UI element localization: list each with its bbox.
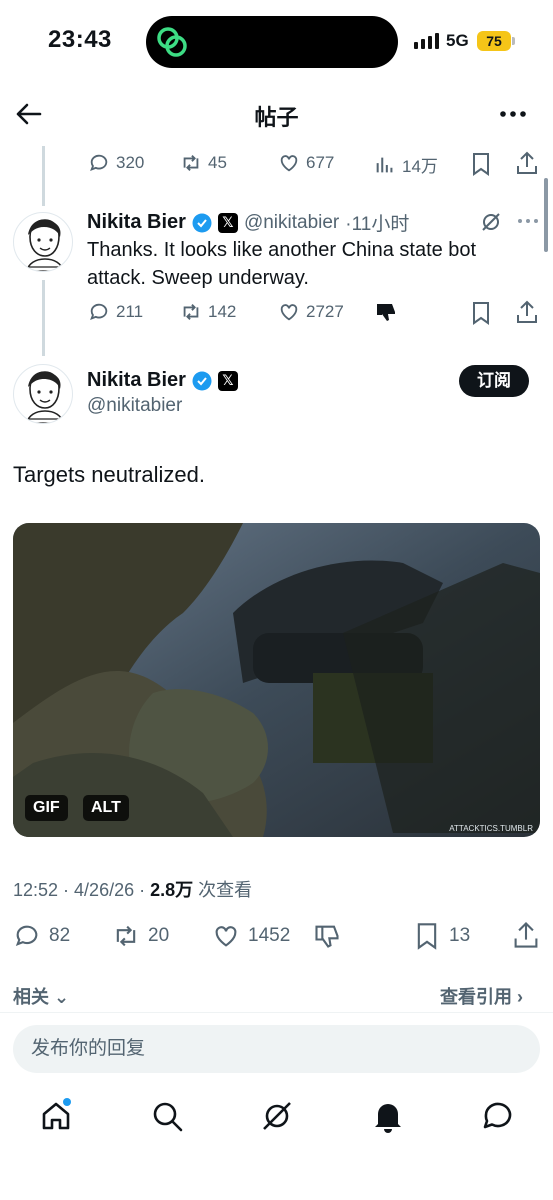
grok-icon[interactable] xyxy=(480,211,502,233)
scrollbar[interactable] xyxy=(544,178,548,252)
retweet-button[interactable]: 45 xyxy=(180,152,227,174)
chevron-right-icon: › xyxy=(517,987,524,1007)
battery-tip xyxy=(512,37,515,45)
subscribe-button[interactable]: 订阅 xyxy=(459,365,529,397)
share-icon[interactable] xyxy=(512,920,540,950)
views-icon xyxy=(376,157,393,172)
author-handle[interactable]: @nikitabier xyxy=(244,212,339,234)
battery-icon: 75 xyxy=(477,31,511,51)
reply-count: 211 xyxy=(116,302,144,321)
reply-tweet-header: Nikita Bier 𝕏 @nikitabier ·11小时 xyxy=(87,209,409,236)
like-button[interactable]: 677 xyxy=(278,152,334,174)
avatar-illustration xyxy=(25,371,65,423)
link-app-icon xyxy=(157,27,187,57)
like-icon xyxy=(280,304,298,321)
share-icon[interactable] xyxy=(515,150,539,176)
reply-icon xyxy=(90,154,108,171)
avatar-illustration xyxy=(25,219,65,271)
search-icon[interactable] xyxy=(149,1098,185,1134)
author-handle[interactable]: @nikitabier xyxy=(87,395,182,417)
bookmark-icon xyxy=(417,923,437,950)
tweet-timestamp: 12:52 · 4/26/26 · xyxy=(13,880,151,900)
chevron-down-icon: ⌄ xyxy=(54,987,70,1007)
dislike-icon[interactable] xyxy=(374,300,398,324)
thread-line xyxy=(42,146,45,206)
reply-button[interactable]: 82 xyxy=(13,922,70,950)
related-dropdown[interactable]: 相关 ⌄ xyxy=(13,983,69,1009)
retweet-icon xyxy=(183,304,199,320)
view-quotes-link[interactable]: 查看引用 › xyxy=(440,983,523,1009)
verified-icon xyxy=(192,371,212,390)
reply-button[interactable]: 320 xyxy=(88,152,144,174)
retweet-count: 45 xyxy=(208,153,227,172)
bookmark-count: 13 xyxy=(449,925,471,946)
author-name[interactable]: Nikita Bier xyxy=(87,211,186,234)
like-count: 677 xyxy=(306,153,335,172)
reply-icon xyxy=(15,925,38,946)
retweet-icon xyxy=(183,155,199,171)
like-button[interactable]: 2727 xyxy=(278,301,344,323)
dislike-icon[interactable] xyxy=(313,922,341,950)
author-name[interactable]: Nikita Bier xyxy=(87,369,186,392)
divider xyxy=(0,1012,553,1013)
main-tweet-text: Targets neutralized. xyxy=(13,462,205,487)
retweet-icon xyxy=(116,925,136,947)
reply-count: 320 xyxy=(116,153,145,172)
tweet-media-gif[interactable]: ATTACKTICS.TUMBLR GIF ALT xyxy=(13,523,540,837)
views-label: 次查看 xyxy=(193,880,253,900)
views-count: 2.8万 xyxy=(150,880,194,900)
retweet-button[interactable]: 20 xyxy=(112,922,169,950)
like-button[interactable]: 1452 xyxy=(212,922,290,950)
like-count: 1452 xyxy=(248,925,291,946)
retweet-count: 20 xyxy=(148,925,170,946)
reply-input[interactable]: 发布你的回复 xyxy=(13,1025,540,1073)
x-badge-icon: 𝕏 xyxy=(217,370,238,391)
media-watermark: ATTACKTICS.TUMBLR xyxy=(449,824,533,833)
views-button[interactable]: 14万 xyxy=(374,152,438,177)
thread-line xyxy=(42,280,45,356)
verified-icon xyxy=(192,213,212,232)
status-time: 23:43 xyxy=(48,26,112,53)
like-icon xyxy=(215,926,237,947)
like-count: 2727 xyxy=(306,302,344,321)
signal-icon xyxy=(414,33,439,49)
alt-badge[interactable]: ALT xyxy=(83,795,129,821)
share-icon[interactable] xyxy=(515,299,539,325)
gif-badge: GIF xyxy=(25,795,68,821)
bookmark-icon[interactable] xyxy=(470,152,492,176)
reply-count: 82 xyxy=(49,925,71,946)
gif-frame: ATTACKTICS.TUMBLR xyxy=(13,523,540,837)
bookmark-icon[interactable] xyxy=(470,301,492,325)
retweet-button[interactable]: 142 xyxy=(180,301,236,323)
page-title: 帖子 xyxy=(254,105,299,130)
more-icon[interactable] xyxy=(516,216,540,226)
more-icon[interactable] xyxy=(498,102,528,126)
notifications-icon[interactable] xyxy=(370,1098,406,1134)
retweet-count: 142 xyxy=(208,302,237,321)
bookmark-button[interactable]: 13 xyxy=(413,922,470,950)
avatar[interactable] xyxy=(13,212,73,272)
home-icon[interactable] xyxy=(38,1098,74,1134)
x-badge-icon: 𝕏 xyxy=(217,212,238,233)
avatar[interactable] xyxy=(13,364,73,424)
quotes-label: 查看引用 xyxy=(440,987,512,1007)
grok-icon[interactable] xyxy=(259,1098,295,1134)
like-icon xyxy=(280,155,298,172)
reply-icon xyxy=(90,303,108,320)
reply-tweet-text: Thanks. It looks like another China stat… xyxy=(87,239,477,289)
network-type: 5G xyxy=(446,31,469,50)
views-count: 14万 xyxy=(402,157,438,176)
tweet-meta: 12:52 · 4/26/26 · 2.8万 次查看 xyxy=(13,876,252,902)
tweet-time: ·11小时 xyxy=(345,214,410,235)
messages-icon[interactable] xyxy=(480,1098,516,1134)
related-label: 相关 xyxy=(13,987,49,1007)
main-tweet-author: Nikita Bier 𝕏 xyxy=(87,369,238,392)
reply-button[interactable]: 211 xyxy=(88,301,143,323)
